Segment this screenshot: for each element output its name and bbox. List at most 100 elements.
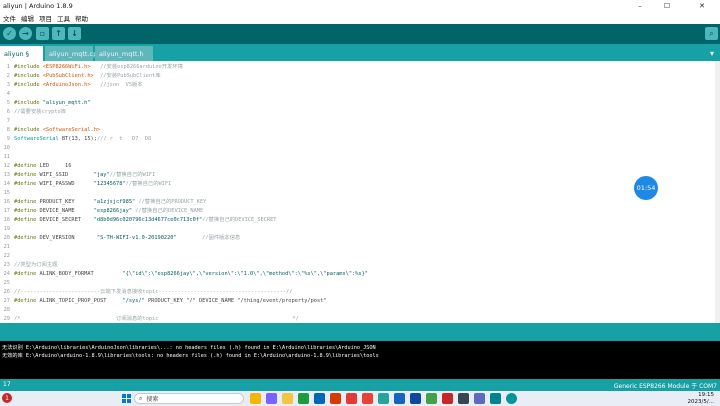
tab-menu-icon[interactable]: ▾ bbox=[707, 48, 717, 58]
system-clock[interactable]: 19:15 2023/5/... bbox=[688, 392, 714, 405]
code-line[interactable]: 28 bbox=[0, 306, 14, 315]
code-line[interactable]: 24 #define ALINK_BODY_FORMAT "{\"id\":\"e… bbox=[0, 270, 368, 279]
code-line[interactable]: 15 bbox=[0, 189, 14, 198]
code-line[interactable]: 7 bbox=[0, 117, 14, 126]
taskbar: 1 ⌕ 搜索 19:15 2023/5/... bbox=[0, 391, 720, 406]
code-token: #define bbox=[14, 217, 40, 223]
code-token: BT(13, 15); bbox=[58, 136, 97, 142]
app-icon[interactable] bbox=[378, 393, 389, 404]
arrow-down-icon: ↓ bbox=[71, 29, 78, 38]
menu-help[interactable]: 帮助 bbox=[75, 13, 88, 23]
floating-timer-badge[interactable]: 01:54 bbox=[634, 176, 658, 200]
task-view-icon[interactable] bbox=[266, 393, 277, 404]
line-number: 17 bbox=[3, 208, 10, 214]
app-icon[interactable] bbox=[474, 393, 485, 404]
code-line[interactable]: 23 //类型为订阅主题 bbox=[0, 261, 58, 270]
menu-file[interactable]: 文件 bbox=[3, 13, 16, 23]
line-number: 29 bbox=[3, 316, 10, 322]
app-icon[interactable] bbox=[442, 393, 453, 404]
code-line[interactable]: 27 #define ALINK_TOPIC_PROP_POST "/sys/" … bbox=[0, 297, 327, 306]
code-line[interactable]: 6 //需要安装crypto库 bbox=[0, 108, 66, 117]
code-line[interactable]: 29 /* 订阅消息的topic */ bbox=[0, 315, 299, 323]
code-line[interactable]: 2 #include <PubSubClient.h> //安装PubSubCli… bbox=[0, 72, 161, 81]
board-port-status: Generic ESP8266 Module 于 COM7 bbox=[613, 383, 717, 390]
console-line: 无法识别 E:\Arduino\libraries\ArduinoJson\li… bbox=[2, 345, 376, 351]
code-token: //json V5版本 bbox=[90, 82, 143, 88]
code-token: SoftwareSerial bbox=[14, 136, 59, 142]
save-button[interactable]: ↓ bbox=[68, 27, 81, 40]
upload-button[interactable]: → bbox=[19, 27, 32, 40]
code-token: "{\"id\":\"esp8266jay\",\"version\":\"1.… bbox=[122, 271, 368, 277]
code-line[interactable]: 20 #define DEV_VERSION "S-TH-WIFI-v1.0-20… bbox=[0, 234, 241, 243]
code-editor[interactable]: 1 #include <ESP8266WiFi.h> //安装esp8266ard… bbox=[0, 61, 720, 323]
arduino-icon[interactable] bbox=[506, 393, 517, 404]
code-line[interactable]: 14 #define WIFI_PASSWD "12345678"//替换自己的W… bbox=[0, 180, 172, 189]
code-line[interactable]: 1 #include <ESP8266WiFi.h> //安装esp8266ard… bbox=[0, 63, 183, 72]
windows-start-icon[interactable] bbox=[122, 394, 131, 403]
code-token: //类型为订阅主题 bbox=[14, 262, 58, 268]
code-line[interactable]: 19 bbox=[0, 225, 14, 234]
console-header bbox=[0, 323, 720, 341]
open-button[interactable]: ↑ bbox=[52, 27, 65, 40]
code-line[interactable]: 17 #define DEVICE_NAME "esp8266jay" //替换自… bbox=[0, 207, 204, 216]
line-number: 17 bbox=[3, 381, 11, 388]
code-line[interactable]: 13 #define WIFI_SSID "jay"//替换自己的WIFI bbox=[0, 171, 156, 180]
tab-aliyun-mqtt-cpp[interactable]: aliyun_mqtt.cpp bbox=[45, 46, 101, 61]
menu-sketch[interactable]: 项目 bbox=[39, 13, 52, 23]
code-line[interactable]: 26 //-------------------------云端下发消息接收top… bbox=[0, 288, 293, 297]
minimize-button[interactable]: – bbox=[628, 0, 652, 12]
line-number: 13 bbox=[3, 172, 10, 178]
app-icon[interactable] bbox=[490, 393, 501, 404]
app-icon[interactable] bbox=[330, 393, 341, 404]
code-token: #include bbox=[14, 82, 43, 88]
maximize-button[interactable]: ☐ bbox=[655, 0, 679, 12]
code-line[interactable]: 16 #define PRODUCT_KEY "a1zjsjcf985" //替换… bbox=[0, 198, 207, 207]
code-line[interactable]: 11 bbox=[0, 153, 14, 162]
chrome-icon[interactable] bbox=[362, 393, 373, 404]
code-token: //替换自己的PRODUCT_KEY bbox=[135, 199, 207, 205]
menu-tools[interactable]: 工具 bbox=[57, 13, 70, 23]
code-token: #define bbox=[14, 298, 40, 304]
app-icon[interactable] bbox=[298, 393, 309, 404]
editor-scrollbar[interactable] bbox=[715, 61, 720, 323]
new-button[interactable]: ▫ bbox=[36, 27, 49, 40]
line-number: 8 bbox=[6, 127, 10, 133]
code-line[interactable]: 18 #define DEVICE_SECRET "d8b0d96c020796c… bbox=[0, 216, 277, 225]
app-icon[interactable] bbox=[346, 393, 357, 404]
code-line[interactable]: 10 bbox=[0, 144, 14, 153]
code-line[interactable]: 25 bbox=[0, 279, 14, 288]
app-icon[interactable] bbox=[458, 393, 469, 404]
app-icon[interactable] bbox=[426, 393, 437, 404]
code-line[interactable]: 12 #define LED 16 bbox=[0, 162, 72, 171]
code-line[interactable]: 21 bbox=[0, 243, 14, 252]
code-line[interactable]: 3 #include <ArduinoJson.h> //json V5版本 bbox=[0, 81, 143, 90]
line-number: 11 bbox=[3, 154, 10, 160]
code-token: #define bbox=[14, 199, 40, 205]
code-token: LED 16 bbox=[39, 163, 72, 169]
app-icon[interactable] bbox=[410, 393, 421, 404]
code-line[interactable]: 8 #include <SoftwareSerial.h> bbox=[0, 126, 100, 135]
widgets-icon[interactable] bbox=[250, 393, 261, 404]
notification-badge[interactable]: 1 bbox=[2, 393, 12, 403]
line-number: 27 bbox=[3, 298, 10, 304]
menu-edit[interactable]: 编辑 bbox=[21, 13, 34, 23]
file-explorer-icon[interactable] bbox=[282, 393, 293, 404]
verify-button[interactable]: ✓ bbox=[3, 27, 16, 40]
code-line[interactable]: 4 bbox=[0, 90, 14, 99]
edge-browser-icon[interactable] bbox=[314, 393, 325, 404]
taskbar-search[interactable]: ⌕ 搜索 bbox=[134, 393, 244, 404]
title-bar: aliyun | Arduino 1.8.9 bbox=[0, 0, 720, 12]
serial-monitor-button[interactable]: ⌕ bbox=[705, 27, 718, 40]
line-number: 18 bbox=[3, 217, 10, 223]
code-line[interactable]: 9 SoftwareSerial BT(13, 15);/// r t D7 D8 bbox=[0, 135, 151, 144]
line-number: 25 bbox=[3, 280, 10, 286]
tab-aliyun-mqtt-h[interactable]: aliyun_mqtt.h bbox=[95, 46, 153, 61]
code-token: <SoftwareSerial.h> bbox=[42, 127, 101, 133]
tab-aliyun[interactable]: aliyun § bbox=[0, 46, 43, 61]
code-token: #include bbox=[14, 64, 43, 70]
code-token: DEV_VERSION bbox=[39, 235, 97, 241]
close-button[interactable]: ✕ bbox=[690, 0, 714, 12]
code-line[interactable]: 5 #include "aliyun_mqtt.h" bbox=[0, 99, 91, 108]
app-icon[interactable] bbox=[394, 393, 405, 404]
code-line[interactable]: 22 bbox=[0, 252, 14, 261]
